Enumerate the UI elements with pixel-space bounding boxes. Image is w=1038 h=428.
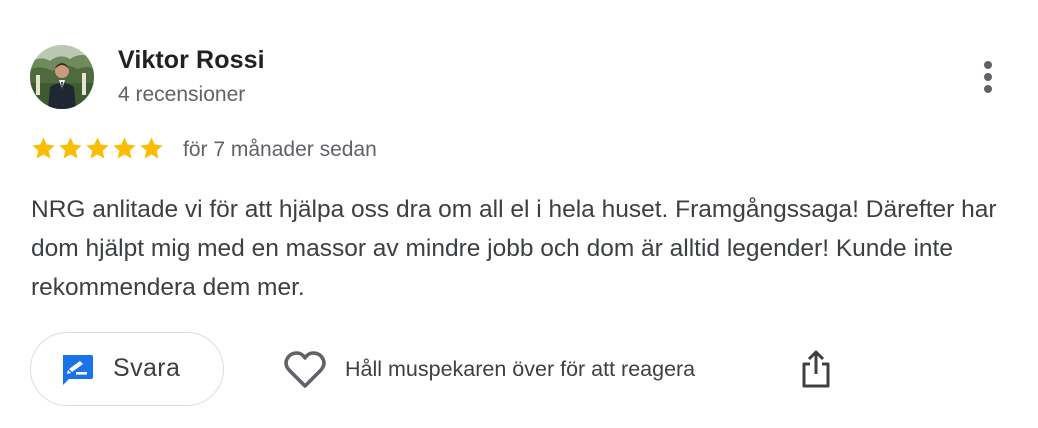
review-time: för 7 månader sedan xyxy=(183,138,377,161)
reply-button[interactable]: Svara xyxy=(30,332,224,406)
reply-icon xyxy=(63,355,93,385)
reply-label: Svara xyxy=(113,354,181,382)
reviewer-review-count[interactable]: 4 recensioner xyxy=(118,83,245,107)
star-rating xyxy=(30,135,165,163)
share-icon[interactable] xyxy=(798,348,834,390)
more-dot xyxy=(984,73,992,81)
review-text: NRG anlitade vi för att hjälpa oss dra o… xyxy=(31,196,997,301)
star-icon xyxy=(59,137,82,159)
more-vert-icon[interactable] xyxy=(966,55,1010,99)
react-hint: Håll muspekaren över för att reagera xyxy=(345,357,696,381)
more-dot xyxy=(984,61,992,69)
heart-outline-icon[interactable] xyxy=(284,350,326,390)
review-card: Viktor Rossi 4 recensioner för 7 månader… xyxy=(0,0,1038,428)
star-icon xyxy=(140,137,163,159)
profile-photo-icon[interactable] xyxy=(30,45,94,109)
more-dot xyxy=(984,85,992,93)
star-icon xyxy=(32,137,55,159)
star-icon xyxy=(86,137,109,159)
reviewer-name[interactable]: Viktor Rossi xyxy=(118,46,265,75)
star-icon xyxy=(113,137,136,159)
reply-icon-body xyxy=(63,355,93,385)
